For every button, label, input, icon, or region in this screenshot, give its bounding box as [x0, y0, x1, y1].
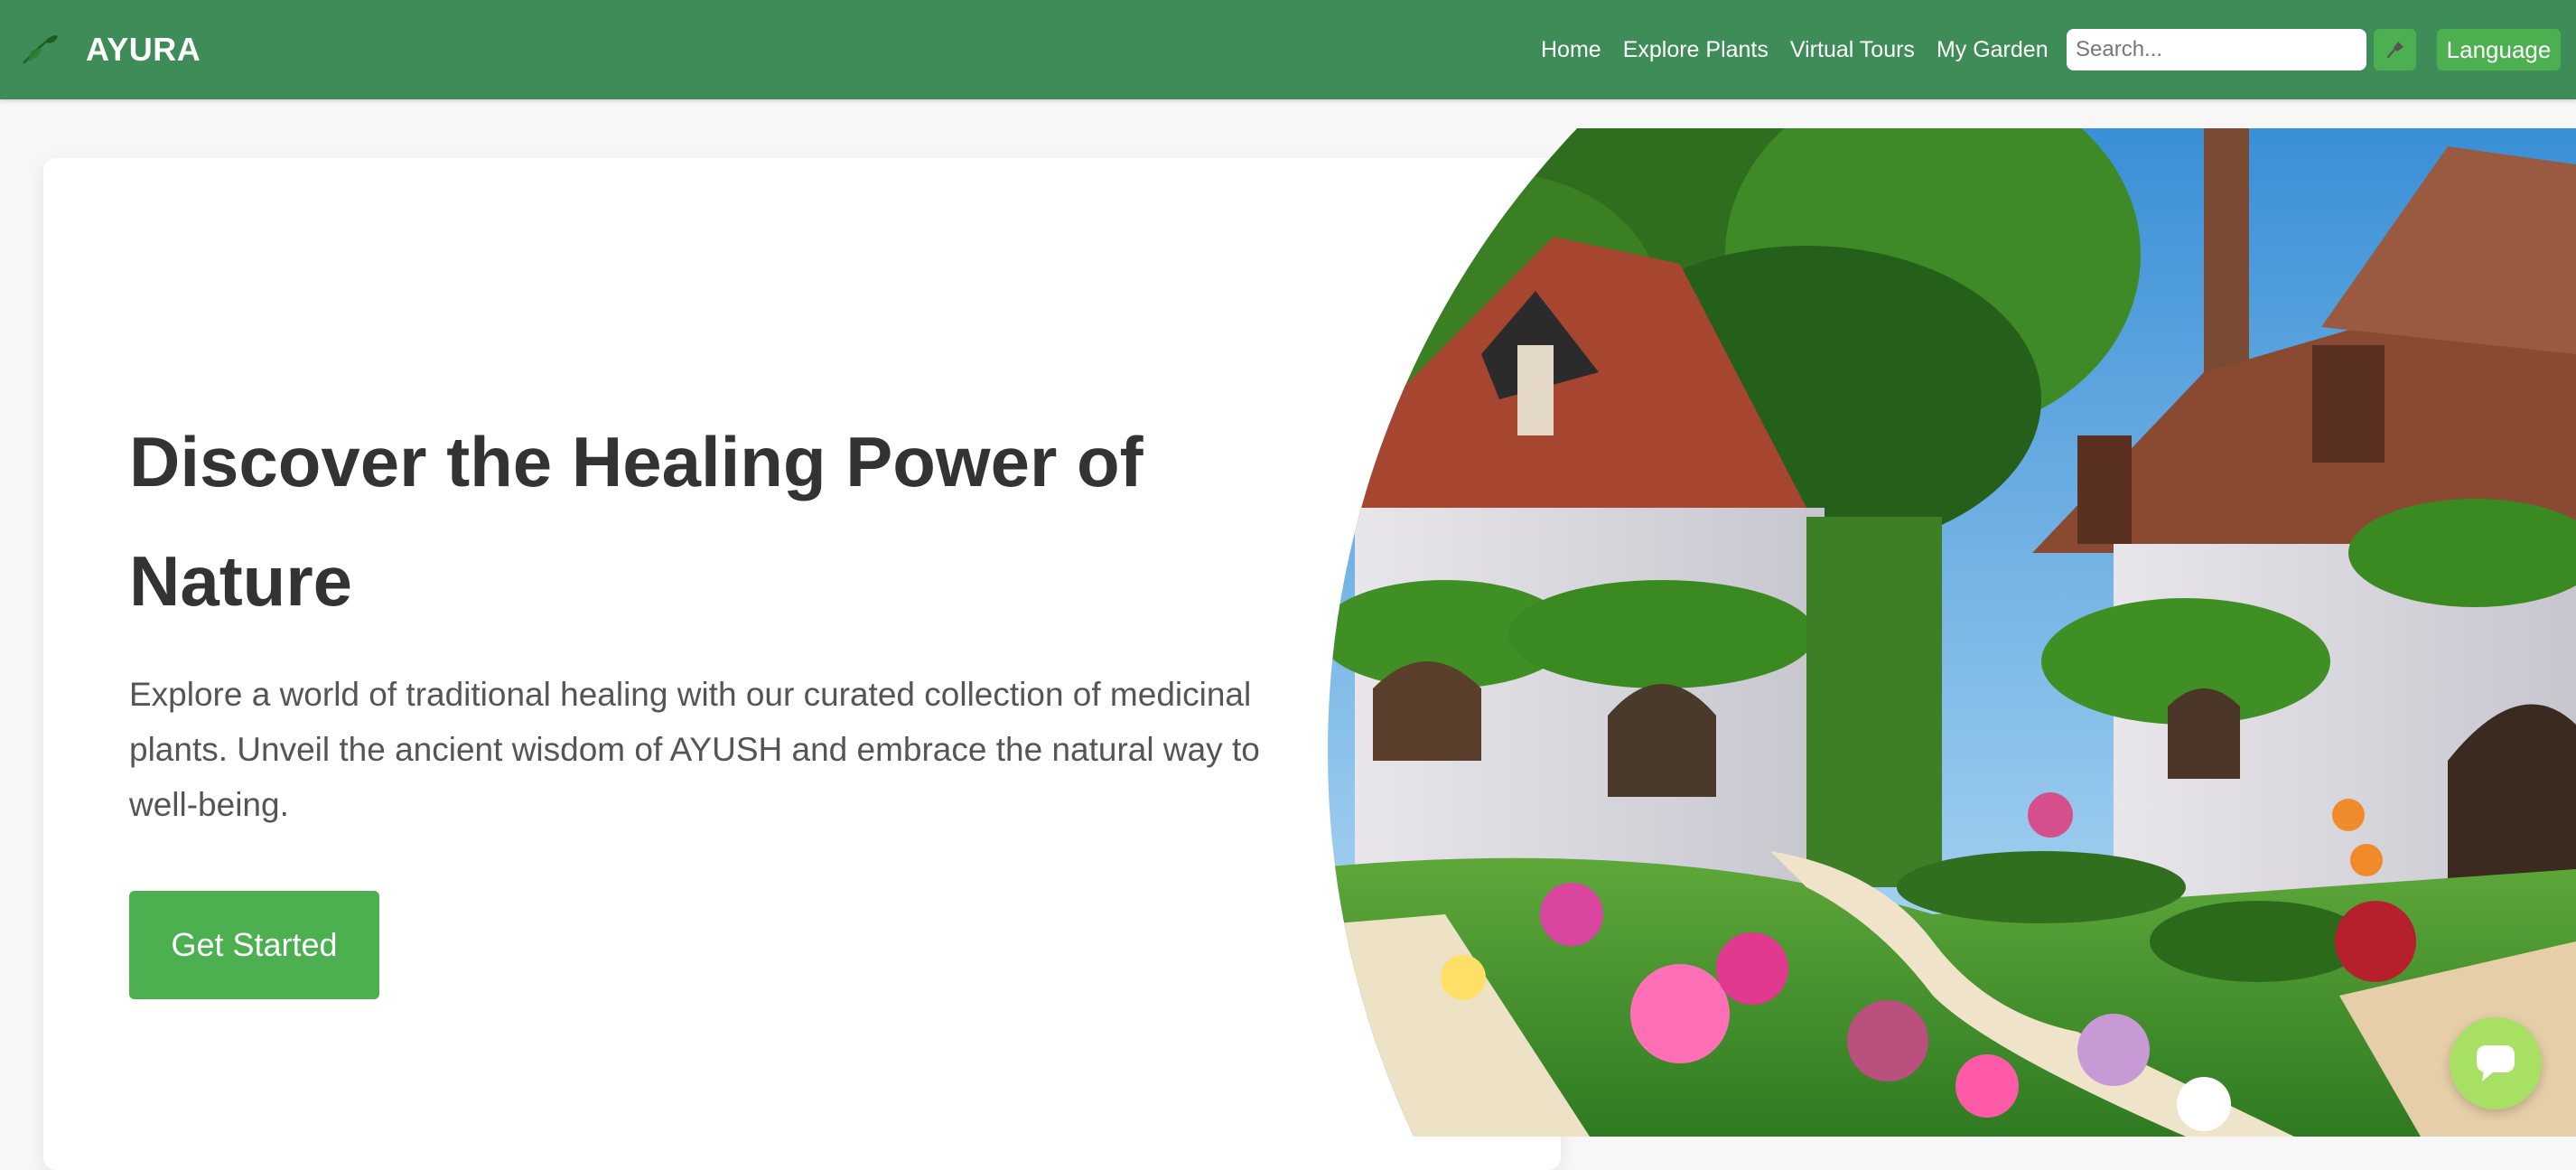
get-started-button[interactable]: Get Started	[129, 891, 379, 999]
nav-links: Home Explore Plants Virtual Tours My Gar…	[1530, 30, 2059, 70]
search-input[interactable]	[2067, 29, 2366, 70]
top-navbar: AYURA Home Explore Plants Virtual Tours …	[0, 0, 2576, 99]
nav-link-my-garden[interactable]: My Garden	[1926, 30, 2059, 70]
chat-bubble-icon	[2477, 1045, 2515, 1081]
microphone-icon	[2386, 42, 2403, 59]
hero-title: Discover the Healing Power of Nature	[129, 422, 1143, 621]
voice-search-button[interactable]	[2374, 29, 2416, 70]
leaf-logo-icon[interactable]	[18, 29, 61, 70]
chat-button[interactable]	[2450, 1017, 2542, 1109]
nav-link-explore-plants[interactable]: Explore Plants	[1612, 30, 1779, 70]
nav-link-home[interactable]: Home	[1530, 30, 1612, 70]
language-button[interactable]: Language	[2437, 29, 2561, 70]
hero-description: Explore a world of traditional healing w…	[129, 676, 1260, 823]
hero-garden-image	[1328, 128, 2576, 1137]
brand-name[interactable]: AYURA	[86, 27, 201, 72]
nav-link-virtual-tours[interactable]: Virtual Tours	[1779, 30, 1926, 70]
